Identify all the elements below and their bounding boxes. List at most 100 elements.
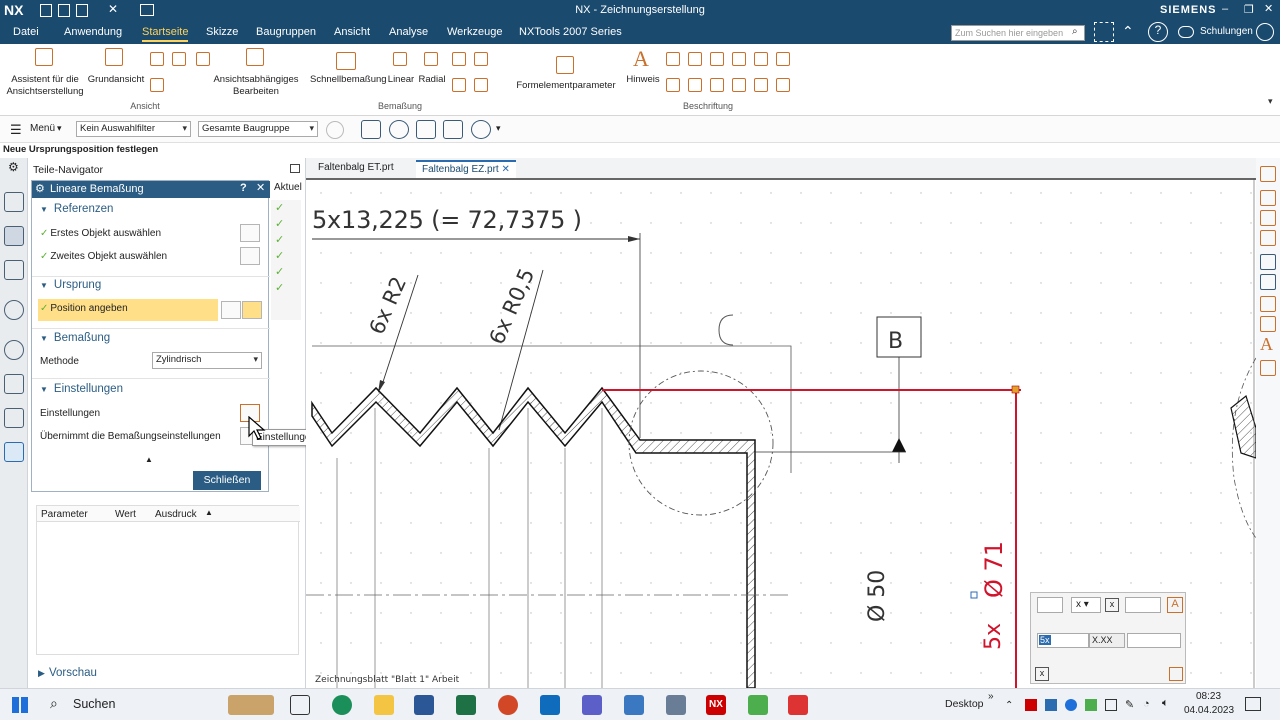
- balloon-icon[interactable]: [666, 78, 680, 92]
- select-first-object-row[interactable]: ✓ Erstes Objekt auswählen: [40, 228, 161, 239]
- section-origin[interactable]: Ursprung: [40, 279, 101, 291]
- fullscreen-icon[interactable]: [1094, 22, 1114, 42]
- camtasia-icon[interactable]: [748, 695, 768, 715]
- rapid-dimension-icon[interactable]: [336, 52, 356, 70]
- origin-tool-icon[interactable]: [242, 301, 262, 319]
- security-icon[interactable]: [1085, 699, 1097, 711]
- diameter-71-text[interactable]: Ø 71: [980, 541, 1008, 598]
- snap-point-icon[interactable]: [326, 121, 344, 139]
- diameter-50-text[interactable]: Ø 50: [865, 570, 890, 622]
- taskbar-search-label[interactable]: Suchen: [73, 697, 115, 711]
- surface-finish-tool-icon[interactable]: [1260, 296, 1276, 312]
- note-icon[interactable]: A: [633, 46, 649, 72]
- word-icon[interactable]: [414, 695, 434, 715]
- ribbon-assistant-label[interactable]: Assistent für die Ansichtserstellung: [2, 74, 88, 98]
- expression-icon-2[interactable]: x: [1035, 667, 1049, 681]
- target-point-icon[interactable]: [710, 78, 724, 92]
- text-settings-icon[interactable]: A: [1167, 597, 1183, 613]
- keyboard-icon[interactable]: [1105, 699, 1117, 711]
- ribbon-note-label[interactable]: Hinweis: [624, 74, 662, 86]
- menu-chevron-down-icon[interactable]: ▾: [57, 123, 62, 134]
- roles-icon[interactable]: [4, 408, 24, 428]
- symbol-icon[interactable]: [776, 78, 790, 92]
- selection-filter-select[interactable]: Kein Auswahlfilter: [76, 121, 191, 137]
- linear-dimension-icon[interactable]: [393, 52, 407, 66]
- clock-time[interactable]: 08:23: [1196, 691, 1221, 702]
- resource-gear-icon[interactable]: ⚙: [8, 160, 19, 174]
- text-tool-icon[interactable]: A: [1260, 334, 1273, 355]
- prefix-input[interactable]: 5x: [1037, 633, 1089, 648]
- ribbon-base-view-label[interactable]: Grundansicht: [86, 74, 146, 86]
- powerpoint-icon[interactable]: [498, 695, 518, 715]
- close-button[interactable]: Schließen: [193, 471, 261, 490]
- desktop-label[interactable]: Desktop: [945, 698, 984, 710]
- pdf-viewer-icon[interactable]: [666, 695, 686, 715]
- edit-text-icon[interactable]: [1169, 667, 1183, 681]
- display-chevron-down-icon[interactable]: ▾: [496, 123, 501, 134]
- angular-dimension-icon[interactable]: [452, 52, 466, 66]
- top-dimension-text[interactable]: 5x13,225 (= 72,7375 ): [312, 206, 582, 234]
- pin-tool-icon[interactable]: [1260, 210, 1276, 226]
- file-explorer-icon[interactable]: [374, 695, 394, 715]
- cross-mark-icon[interactable]: [732, 52, 746, 66]
- specify-position-row[interactable]: ✓ Position angeben: [38, 299, 218, 321]
- notifications-icon[interactable]: [1245, 697, 1261, 711]
- chamfer-dimension-icon[interactable]: [474, 52, 488, 66]
- bluetooth-icon[interactable]: [1065, 699, 1077, 711]
- training-link[interactable]: Schulungen: [1200, 26, 1253, 37]
- recorder-icon[interactable]: [788, 695, 808, 715]
- ribbon-collapse-icon[interactable]: ▾: [1268, 96, 1273, 107]
- pen-icon[interactable]: ✎: [1125, 698, 1134, 711]
- ribbon-rapid-dim-label[interactable]: Schnellbemaßung: [310, 74, 387, 86]
- display-mode-icon[interactable]: [471, 120, 491, 139]
- windows-start-icon[interactable]: [12, 697, 28, 713]
- cloud-download-icon[interactable]: [1256, 23, 1274, 41]
- fit-tool-icon[interactable]: [1260, 274, 1276, 290]
- view-dependent-edit-icon[interactable]: [246, 48, 264, 66]
- projected-view-icon[interactable]: [150, 52, 164, 66]
- menu-baugruppen[interactable]: Baugruppen: [256, 26, 316, 38]
- arrow-tool-icon[interactable]: [1260, 190, 1276, 206]
- base-view-icon[interactable]: [105, 48, 123, 66]
- menu-datei[interactable]: Datei: [13, 26, 39, 38]
- minimize-icon[interactable]: –: [1222, 3, 1228, 15]
- restore-icon[interactable]: ❐: [1244, 3, 1254, 16]
- history-icon[interactable]: [4, 340, 24, 360]
- dialog-close-icon[interactable]: ✕: [256, 181, 265, 194]
- hatch-icon[interactable]: [776, 52, 790, 66]
- section-references[interactable]: Referenzen: [40, 203, 113, 215]
- part-navigator-icon[interactable]: [4, 226, 24, 246]
- clock-date[interactable]: 04.04.2023: [1184, 705, 1234, 716]
- excel-icon[interactable]: [456, 695, 476, 715]
- balloon-tool-icon[interactable]: [1260, 360, 1276, 376]
- menu-analyse[interactable]: Analyse: [389, 26, 428, 38]
- arc-length-dimension-icon[interactable]: [474, 78, 488, 92]
- tab-close-icon[interactable]: ✕: [502, 164, 510, 175]
- count-5x-text[interactable]: 5x: [981, 623, 1006, 650]
- second-object-selector-icon[interactable]: [240, 247, 260, 265]
- dimension-tool-icon[interactable]: [1260, 166, 1276, 182]
- dialog-help-icon[interactable]: ?: [240, 182, 247, 194]
- precision-select[interactable]: X.XX: [1089, 633, 1125, 648]
- task-view-icon[interactable]: [290, 695, 310, 715]
- text-style-dropdown[interactable]: [1037, 597, 1063, 613]
- outlook-icon[interactable]: [540, 695, 560, 715]
- ribbon-formula-label[interactable]: Formelementparameter: [514, 80, 618, 92]
- surface-finish-icon[interactable]: [688, 52, 702, 66]
- web-browser-icon[interactable]: [4, 300, 24, 320]
- menu-startseite[interactable]: Startseite: [142, 26, 189, 42]
- feature-parameter-icon[interactable]: [556, 56, 574, 74]
- datum-target-icon[interactable]: [710, 52, 724, 66]
- search-magnifier-icon[interactable]: ⌕: [50, 695, 58, 712]
- ribbon-linear-label[interactable]: Linear: [385, 74, 417, 86]
- break-view-icon[interactable]: [150, 78, 164, 92]
- edge-icon[interactable]: [332, 695, 352, 715]
- hamburger-icon[interactable]: ☰: [10, 122, 22, 138]
- layout-tool-icon[interactable]: [1260, 254, 1276, 270]
- search-icon[interactable]: ⌕: [1072, 26, 1078, 37]
- calculator-icon[interactable]: [624, 695, 644, 715]
- cap-icon[interactable]: [1178, 26, 1194, 38]
- menu-button[interactable]: Menü: [30, 123, 55, 134]
- select-second-object-row[interactable]: ✓ Zweites Objekt auswählen: [40, 251, 167, 262]
- ribbon-view-dependent-label[interactable]: Ansichtsabhängiges Bearbeiten: [212, 74, 300, 98]
